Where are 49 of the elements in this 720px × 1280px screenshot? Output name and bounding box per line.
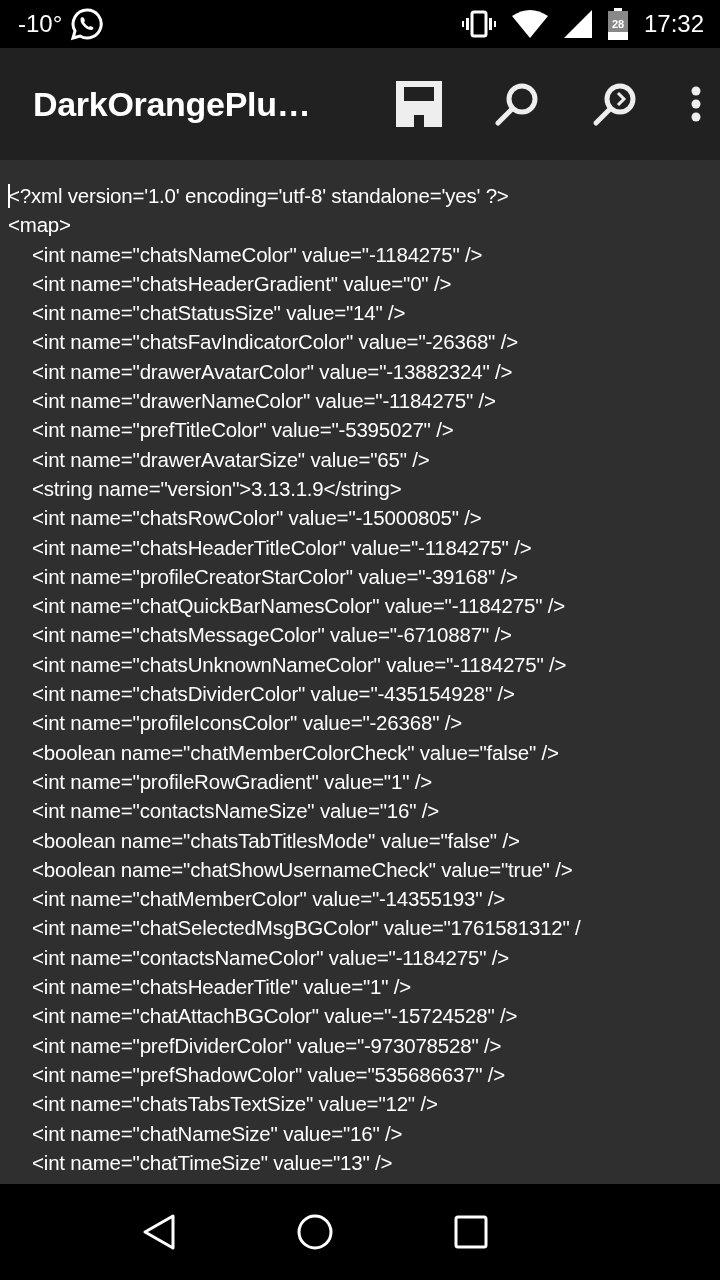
code-line: <int name="chatQuickBarNamesColor" value="-1184275" /> <box>32 593 565 620</box>
code-line: <int name="profileRowGradient" value="1" /> <box>32 768 432 795</box>
code-line: <map> <box>8 212 71 239</box>
code-line: <int name="profileCreatorStarColor" value="-39168" /> <box>32 563 518 590</box>
home-button[interactable] <box>296 1213 334 1251</box>
code-line: <int name="contactsNameColor" value="-1184275" /> <box>32 944 510 971</box>
code-line: <int name="chatsUnknownNameColor" value="-1184275" /> <box>32 651 567 678</box>
code-line: <boolean name="chatsTabTitlesMode" value="false" /> <box>32 827 520 854</box>
code-line: <string name="version">3.13.1.9</string> <box>32 475 402 502</box>
code-line: <int name="chatsTabsTextSize" value="12" /> <box>32 1091 438 1118</box>
find-next-button[interactable] <box>592 81 638 127</box>
search-button[interactable] <box>494 81 540 127</box>
recents-button[interactable] <box>454 1215 488 1249</box>
code-line: <int name="chatsHeaderTitleColor" value="-1184275" /> <box>32 534 532 561</box>
temperature: -10° <box>18 9 63 39</box>
code-line: <?xml version='1.0' encoding='utf-8' standalone='yes' ?> <box>8 183 509 209</box>
code-line: <int name="chatsFavIndicatorColor" value="-26368" /> <box>32 329 518 356</box>
battery-icon: 28 <box>607 8 628 40</box>
code-line: <boolean name="chatShowUsernameCheck" value="true" /> <box>32 856 573 883</box>
code-line: <int name="chatsNameColor" value="-1184275" /> <box>32 241 483 268</box>
code-line: <int name="chatSelectedMsgBGColor" value="1761581312" / <box>32 915 581 942</box>
chat-app-icon <box>70 7 105 41</box>
window-title: DarkOrangePlu… <box>33 83 311 125</box>
code-line: <int name="chatsHeaderGradient" value="0" /> <box>32 270 452 297</box>
code-line: <int name="chatsDividerColor" value="-435154928" /> <box>32 681 515 708</box>
code-line: <int name="chatsRowColor" value="-15000805" /> <box>32 505 482 532</box>
code-line: <int name="profileIconsColor" value="-26368" /> <box>32 710 462 737</box>
code-line: <int name="drawerAvatarSize" value="65" /> <box>32 446 430 473</box>
wifi-icon <box>511 10 548 38</box>
code-line: <int name="contactsNameSize" value="16" /> <box>32 798 440 825</box>
code-line: <boolean name="chatMemberColorCheck" value="false" /> <box>32 739 559 766</box>
code-line: <int name="chatsMessageColor" value="-6710887" /> <box>32 622 512 649</box>
save-button[interactable] <box>396 81 442 127</box>
code-line: <int name="chatTimeSize" value="13" /> <box>32 1149 393 1176</box>
code-line: <int name="drawerNameColor" value="-1184275" /> <box>32 388 496 415</box>
code-line: <int name="chatAttachBGColor" value="-15724528" /> <box>32 1003 518 1030</box>
signal-icon <box>563 10 592 38</box>
back-button[interactable] <box>142 1213 176 1251</box>
code-line: <int name="chatsHeaderTitle" value="1" /> <box>32 974 412 1000</box>
code-line: <int name="prefDividerColor" value="-973078528" /> <box>32 1032 502 1059</box>
code-line: <int name="prefTitleColor" value="-5395027" /> <box>32 417 454 444</box>
code-line: <int name="chatNameSize" value="16" /> <box>32 1120 403 1147</box>
code-line: <int name="prefShadowColor" value="535686637" /> <box>32 1061 506 1088</box>
code-line: <int name="drawerAvatarColor" value="-13882324" /> <box>32 358 513 385</box>
code-line: <int name="chatStatusSize" value="14" /> <box>32 300 406 327</box>
clock: 17:32 <box>643 9 704 39</box>
vibrate-icon <box>461 10 496 38</box>
code-line: <int name="chatMemberColor" value="-14355193" /> <box>32 886 506 913</box>
more-options-button[interactable] <box>690 86 702 122</box>
